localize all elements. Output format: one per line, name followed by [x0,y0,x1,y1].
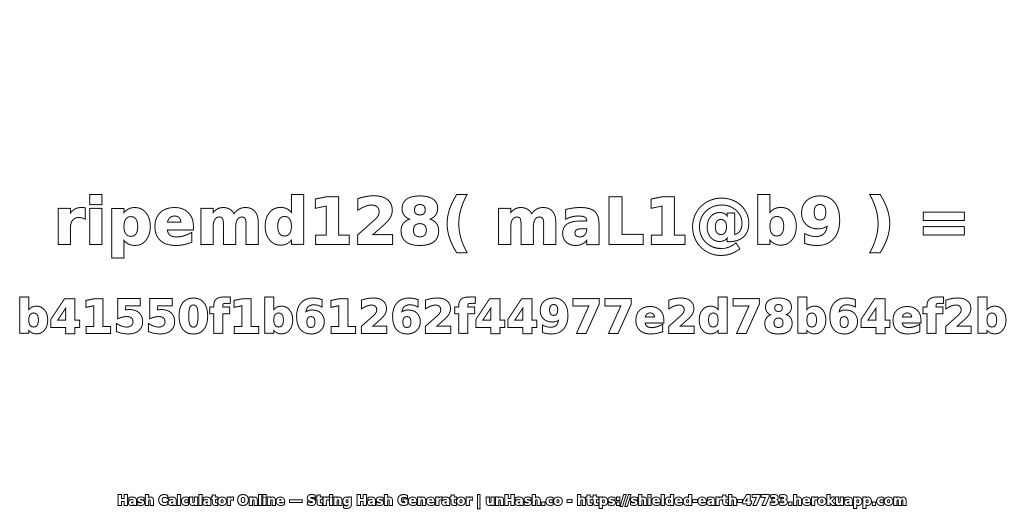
hash-result: b41550f1b61262f44977e2d78b64ef2b [15,289,1008,345]
site-footer: Hash Calculator Online — String Hash Gen… [116,493,907,510]
hash-expression: ripemd128( maL1@b9 ) = [52,185,971,261]
